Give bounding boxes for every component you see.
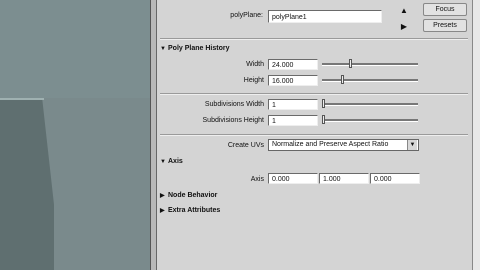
section-extra-attributes[interactable]: ▶ Extra Attributes bbox=[160, 207, 220, 218]
load-node-icon[interactable]: ▲ bbox=[397, 4, 411, 17]
section-axis[interactable]: ▼ Axis bbox=[160, 158, 183, 169]
subdivisions-width-slider[interactable] bbox=[322, 103, 418, 106]
subdivisions-width-field[interactable]: 1 bbox=[268, 99, 318, 110]
width-slider[interactable] bbox=[322, 63, 418, 66]
subdivisions-width-slider-thumb[interactable] bbox=[322, 99, 325, 108]
create-uvs-dropdown[interactable]: Normalize and Preserve Aspect Ratio ▼ bbox=[268, 139, 419, 151]
section-poly-plane-history[interactable]: ▼ Poly Plane History bbox=[160, 45, 229, 56]
section-node-behavior[interactable]: ▶ Node Behavior bbox=[160, 192, 217, 203]
height-field[interactable]: 16.000 bbox=[268, 75, 318, 86]
subdivisions-height-field[interactable]: 1 bbox=[268, 115, 318, 126]
collapse-triangle-icon: ▼ bbox=[160, 159, 166, 165]
height-label: Height bbox=[243, 77, 264, 84]
create-uvs-label: Create UVs bbox=[227, 142, 264, 149]
expand-triangle-icon: ▶ bbox=[160, 208, 165, 214]
poly-plane-edge bbox=[0, 98, 44, 100]
history-separator-1 bbox=[160, 93, 468, 95]
axis-x-field[interactable]: 0.000 bbox=[268, 173, 318, 184]
axis-y-field[interactable]: 1.000 bbox=[319, 173, 369, 184]
width-field[interactable]: 24.000 bbox=[268, 59, 318, 70]
axis-label: Axis bbox=[250, 176, 264, 183]
width-label: Width bbox=[246, 61, 264, 68]
focus-button[interactable]: Focus bbox=[423, 3, 467, 16]
poly-plane-object[interactable] bbox=[0, 98, 54, 270]
chevron-down-icon: ▼ bbox=[407, 140, 417, 150]
subdivisions-width-label: Subdivisions Width bbox=[204, 101, 264, 108]
node-name-field[interactable]: polyPlane1 bbox=[268, 10, 382, 23]
viewport-background bbox=[0, 0, 156, 98]
copy-tab-icon[interactable]: ▶ bbox=[397, 20, 411, 33]
header-separator bbox=[160, 38, 468, 40]
3d-viewport[interactable] bbox=[0, 0, 156, 270]
height-slider[interactable] bbox=[322, 79, 418, 82]
panel-scrollbar[interactable] bbox=[472, 0, 480, 270]
history-separator-2 bbox=[160, 134, 468, 136]
axis-z-field[interactable]: 0.000 bbox=[370, 173, 420, 184]
presets-button[interactable]: Presets bbox=[423, 19, 467, 32]
subdivisions-height-slider-thumb[interactable] bbox=[322, 115, 325, 124]
collapse-triangle-icon: ▼ bbox=[160, 46, 166, 52]
subdivisions-height-label: Subdivisions Height bbox=[202, 117, 264, 124]
height-slider-thumb[interactable] bbox=[341, 75, 344, 84]
subdivisions-height-slider[interactable] bbox=[322, 119, 418, 122]
expand-triangle-icon: ▶ bbox=[160, 193, 165, 199]
node-name-label: polyPlane: bbox=[230, 12, 263, 19]
width-slider-thumb[interactable] bbox=[349, 59, 352, 68]
